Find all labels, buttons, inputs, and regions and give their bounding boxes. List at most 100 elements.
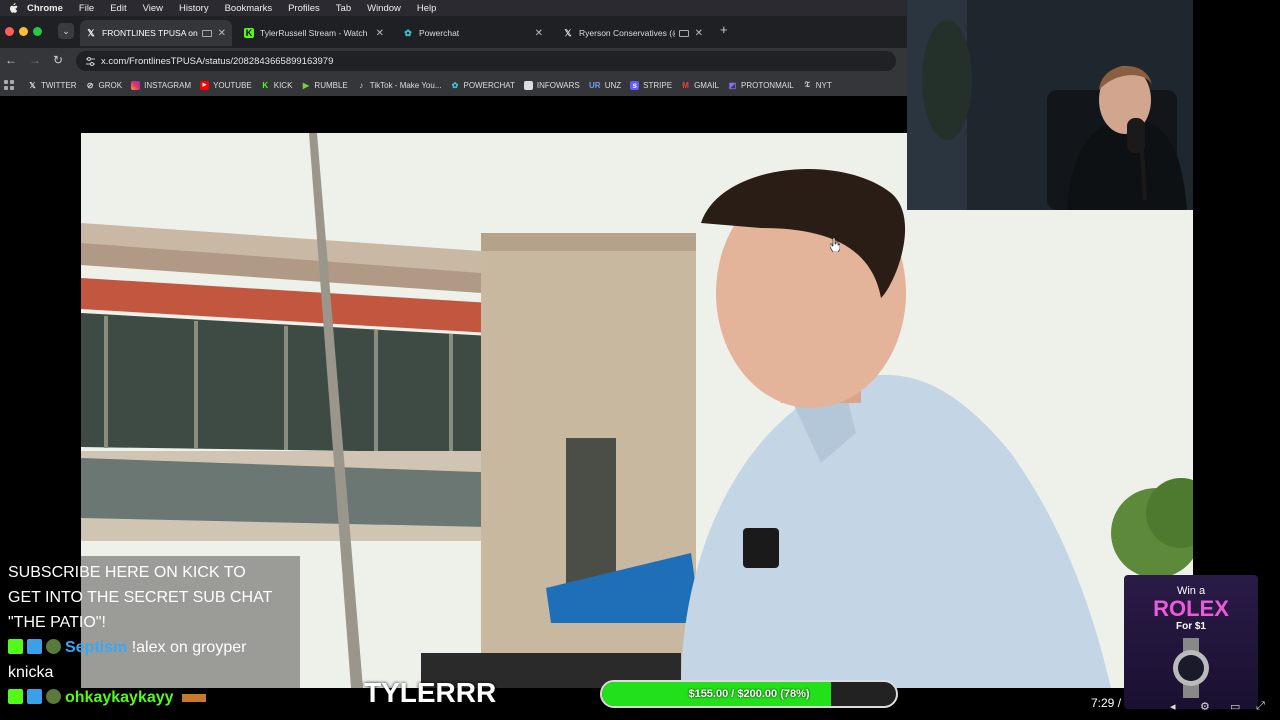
bookmark-label: INSTAGRAM [144, 80, 192, 90]
tab-title: Powerchat [419, 28, 460, 38]
bookmark-label: GMAIL [694, 80, 719, 90]
apps-grid-icon[interactable] [4, 80, 14, 90]
bookmark-label: PROTONMAIL [740, 80, 794, 90]
tab-search-chevron-icon[interactable]: ⌄ [58, 23, 74, 39]
settings-gear-icon[interactable]: ⚙ [1200, 700, 1210, 713]
bookmark-unz[interactable]: UR UNZ [589, 81, 621, 90]
close-icon[interactable]: ✕ [376, 28, 384, 39]
video-timecode: 7:29 / [1091, 696, 1122, 710]
chat-text-continued: knicka [8, 664, 54, 681]
menu-window[interactable]: Window [367, 3, 401, 14]
webcam-overlay [907, 0, 1193, 210]
rumble-icon: ▶ [302, 80, 309, 90]
kick-badge-icon [8, 639, 23, 654]
x-logo-icon: 𝕏 [29, 80, 36, 90]
minimize-window-button[interactable] [19, 27, 28, 36]
powerchat-icon: ✿ [404, 27, 412, 38]
menu-file[interactable]: File [79, 3, 94, 14]
bookmark-gmail[interactable]: M GMAIL [681, 81, 719, 90]
youtube-icon: ▶ [200, 80, 210, 90]
zoom-window-button[interactable] [33, 27, 42, 36]
reload-icon[interactable]: ↻ [53, 53, 63, 67]
tab-strip: ⌄ 𝕏 FRONTLINES TPUSA on ✕ K TylerRussell… [0, 16, 907, 48]
menu-history[interactable]: History [179, 3, 209, 14]
bookmark-label: RUMBLE [314, 80, 348, 90]
bookmark-label: STRIPE [643, 80, 673, 90]
close-icon[interactable]: ✕ [695, 28, 703, 39]
macos-menu-bar: Chrome File Edit View History Bookmarks … [0, 0, 907, 16]
bookmark-kick[interactable]: K KICK [261, 80, 293, 90]
tab-ryerson[interactable]: 𝕏 Ryerson Conservatives (@ ✕ [557, 20, 709, 46]
chat-username[interactable]: ohkaykaykayy [65, 689, 174, 706]
streamer-name-overlay: TYLERRR [364, 677, 497, 708]
new-tab-plus-icon[interactable]: + [720, 22, 728, 37]
chat-message: ohkaykaykayy [8, 685, 292, 710]
menu-app-name[interactable]: Chrome [27, 3, 63, 14]
bookmark-rumble[interactable]: ▶ RUMBLE [301, 80, 348, 90]
sub-badge-icon [27, 639, 42, 654]
chat-message: Septism !alex on groyper [8, 635, 292, 660]
fullscreen-icon[interactable]: ⤢ [1256, 700, 1265, 713]
picture-in-picture-icon[interactable]: ▭ [1230, 700, 1240, 713]
webcam-image [907, 0, 1193, 210]
powerchat-icon: ✿ [451, 80, 459, 90]
close-window-button[interactable] [5, 27, 14, 36]
chat-announcement-line: "THE PATIO"! [8, 614, 106, 631]
menu-bookmarks[interactable]: Bookmarks [225, 3, 273, 14]
bookmark-stripe[interactable]: s STRIPE [630, 80, 673, 90]
bookmark-label: TWITTER [41, 80, 77, 90]
menu-profiles[interactable]: Profiles [288, 3, 320, 14]
tab-tylerrussell[interactable]: K TylerRussell Stream - Watch ✕ [238, 20, 390, 46]
bookmark-grok[interactable]: ⊘ GROK [86, 80, 122, 90]
tab-powerchat[interactable]: ✿ Powerchat ✕ [397, 20, 549, 46]
bookmark-infowars[interactable]: INFOWARS [523, 80, 580, 90]
bookmark-powerchat[interactable]: ✿ POWERCHAT [451, 81, 515, 90]
site-settings-icon[interactable] [86, 56, 95, 66]
watch-icon [1173, 638, 1209, 698]
picture-in-picture-icon [201, 29, 212, 37]
donation-goal-bar: $155.00 / $200.00 (78%) [600, 680, 898, 708]
rolex-ad-overlay[interactable]: Win a ROLEX For $1 [1124, 575, 1258, 709]
stripe-icon: s [630, 80, 640, 90]
bookmark-instagram[interactable]: INSTAGRAM [131, 80, 192, 90]
bookmark-protonmail[interactable]: ◩ PROTONMAIL [728, 81, 794, 90]
bookmark-label: INFOWARS [536, 80, 580, 90]
chat-username[interactable]: Septism [65, 639, 127, 656]
infowars-icon [523, 80, 533, 90]
tab-title: FRONTLINES TPUSA on [102, 28, 198, 38]
grok-icon: ⊘ [86, 80, 94, 90]
chat-overlay: SUBSCRIBE HERE ON KICK TO GET INTO THE S… [0, 556, 300, 720]
menu-edit[interactable]: Edit [110, 3, 126, 14]
forward-arrow-icon[interactable]: → [29, 53, 41, 67]
close-icon[interactable]: ✕ [218, 28, 226, 39]
ad-brand: ROLEX [1153, 596, 1229, 621]
menu-tab[interactable]: Tab [336, 3, 351, 14]
bookmark-nyt[interactable]: 𝔗 NYT [803, 80, 832, 90]
picture-in-picture-icon [678, 29, 689, 37]
mouse-cursor-hand-icon [830, 238, 840, 252]
chat-text: !alex on groyper [131, 639, 247, 656]
menu-help[interactable]: Help [417, 3, 437, 14]
volume-icon[interactable]: ◂ [1170, 700, 1176, 713]
chat-announcement-line: SUBSCRIBE HERE ON KICK TO [8, 564, 246, 581]
bookmark-youtube[interactable]: ▶ YOUTUBE [200, 80, 252, 90]
bookmark-label: POWERCHAT [463, 80, 515, 90]
back-arrow-icon[interactable]: ← [5, 53, 17, 67]
apple-icon[interactable] [7, 2, 19, 14]
menu-view[interactable]: View [143, 3, 163, 14]
tab-title: TylerRussell Stream - Watch [260, 28, 368, 38]
bookmarks-bar: 𝕏 TWITTER ⊘ GROK INSTAGRAM ▶ YOUTUBE K KICK … [0, 74, 907, 96]
bookmark-twitter[interactable]: 𝕏 TWITTER [28, 80, 77, 90]
tab-frontlines[interactable]: 𝕏 FRONTLINES TPUSA on ✕ [80, 20, 232, 46]
bookmark-label: KICK [273, 80, 293, 90]
close-icon[interactable]: ✕ [535, 28, 543, 39]
kick-logo-icon: K [244, 28, 254, 38]
sub-badge-icon [27, 689, 42, 704]
browser-toolbar: ← → ↻ x.com/FrontlinesTPUSA/status/20828… [0, 48, 907, 74]
frog-badge-icon [46, 639, 61, 654]
tab-title: Ryerson Conservatives (@ [579, 28, 675, 38]
address-bar[interactable]: x.com/FrontlinesTPUSA/status/20828436658… [76, 51, 896, 71]
kick-badge-icon [8, 689, 23, 704]
protonmail-icon: ◩ [728, 80, 737, 90]
bookmark-tiktok[interactable]: ♪ TikTok - Make You... [357, 81, 441, 90]
